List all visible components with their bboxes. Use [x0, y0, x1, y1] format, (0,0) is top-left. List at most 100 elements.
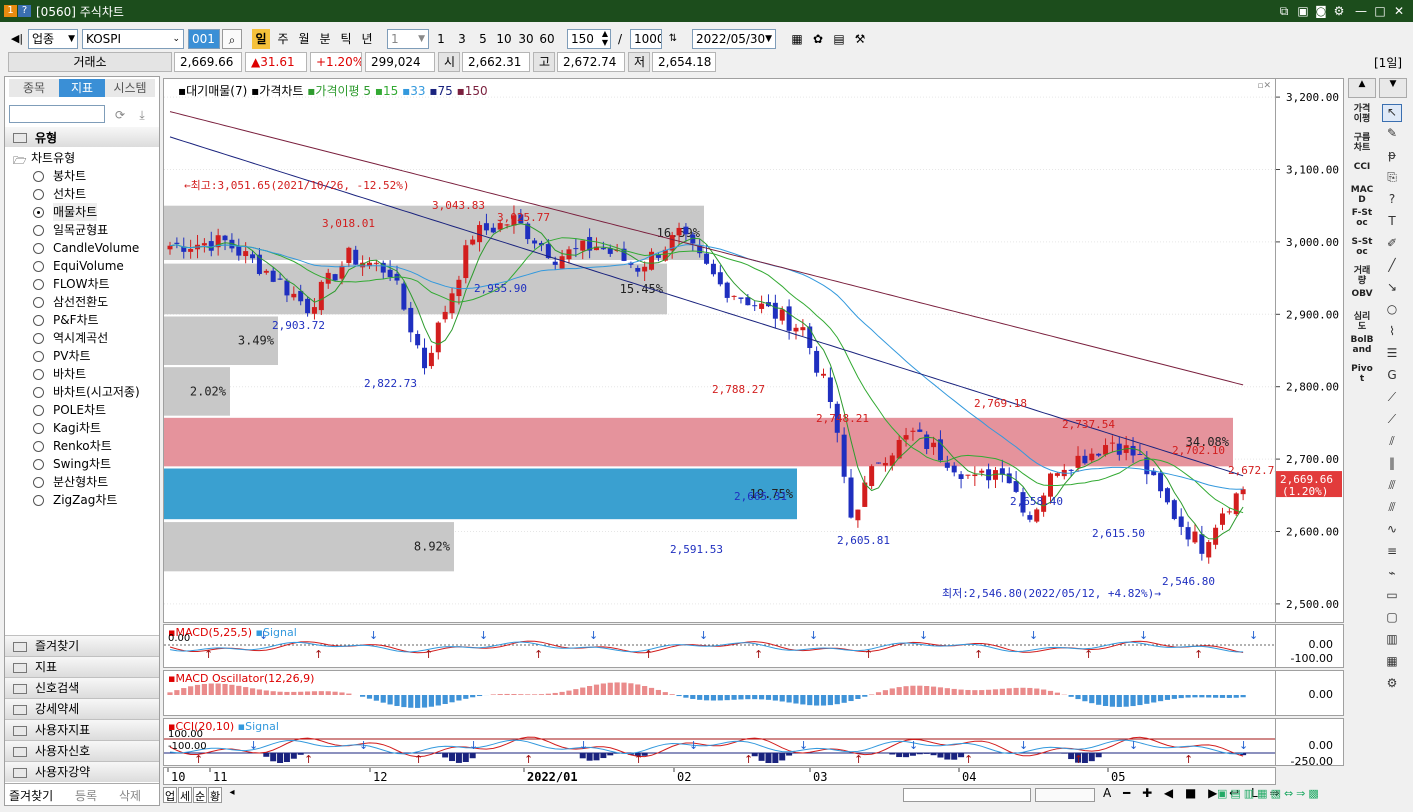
- minute-preset-5[interactable]: 5: [475, 29, 491, 49]
- radio-button[interactable]: [33, 315, 44, 326]
- legend-ma75[interactable]: 75: [438, 84, 453, 98]
- radio-button[interactable]: [33, 459, 44, 470]
- chart-type-5[interactable]: EquiVolume: [33, 257, 155, 275]
- camera-icon[interactable]: ◙: [1313, 3, 1329, 19]
- gann-icon[interactable]: G: [1382, 368, 1402, 386]
- erase-icon[interactable]: ✎: [1382, 126, 1402, 144]
- period-year[interactable]: 년: [358, 29, 376, 49]
- minute-select[interactable]: 1 ▼: [387, 29, 429, 49]
- radio-button[interactable]: [33, 279, 44, 290]
- category-1[interactable]: 지표: [5, 656, 159, 677]
- legend-price[interactable]: 가격차트: [259, 84, 303, 98]
- zoom-slider[interactable]: [1035, 788, 1095, 802]
- chart-type-9[interactable]: 역시계곡선: [33, 329, 155, 347]
- line-icon[interactable]: ╱: [1382, 258, 1402, 276]
- chart-type-10[interactable]: PV차트: [33, 347, 155, 365]
- radio-button[interactable]: [33, 405, 44, 416]
- radio-button[interactable]: [33, 243, 44, 254]
- help-icon[interactable]: ?: [1382, 192, 1402, 210]
- copy-icon[interactable]: ▣: [1295, 3, 1311, 19]
- chart-type-11[interactable]: 바차트: [33, 365, 155, 383]
- chart-type-13[interactable]: POLE차트: [33, 401, 155, 419]
- chart-type-16[interactable]: Swing차트: [33, 455, 155, 473]
- chart-type-6[interactable]: FLOW차트: [33, 275, 155, 293]
- prev-icon[interactable]: ◀|: [8, 29, 26, 49]
- legend-ma[interactable]: 가격이평: [315, 84, 359, 98]
- scroll-left-icon[interactable]: ◂: [225, 787, 239, 803]
- oscillator-panel[interactable]: ▪MACD Oscillator(12,26,9): [163, 670, 1276, 716]
- chart-type-8[interactable]: P&F차트: [33, 311, 155, 329]
- horizontal-scrollbar[interactable]: [903, 788, 1031, 802]
- section-header[interactable]: 유형: [5, 127, 159, 147]
- tree-root[interactable]: 🗁 차트유형: [13, 149, 153, 167]
- category-0[interactable]: 즐겨찾기: [5, 635, 159, 656]
- wave-icon[interactable]: ∿: [1382, 522, 1402, 540]
- radio-button[interactable]: [33, 369, 44, 380]
- period-week[interactable]: 주: [274, 29, 292, 49]
- count-stepper[interactable]: 150 ▲ ▼: [567, 29, 611, 49]
- tab-indicator[interactable]: 지표: [59, 79, 105, 97]
- channel-icon[interactable]: ⟋: [1382, 412, 1402, 430]
- tab-system[interactable]: 시스템: [105, 79, 155, 97]
- radio-button[interactable]: [33, 297, 44, 308]
- legend-ma5[interactable]: 5: [363, 84, 371, 98]
- save-icon[interactable]: ▤: [830, 29, 848, 49]
- grid-icon[interactable]: ⫻: [1382, 478, 1402, 496]
- download-icon[interactable]: ⤓: [133, 105, 151, 125]
- minimize-icon[interactable]: —: [1353, 3, 1369, 19]
- chart-type-1[interactable]: 선차트: [33, 185, 155, 203]
- fib-icon[interactable]: ☰: [1382, 346, 1402, 364]
- minute-preset-1[interactable]: 1: [433, 29, 449, 49]
- maximize-icon[interactable]: □: [1372, 3, 1388, 19]
- indicator-shortcut-5[interactable]: S-Stoc: [1347, 237, 1377, 263]
- close-icon[interactable]: ✕: [1391, 3, 1407, 19]
- price-chart[interactable]: 16.59%15.45%3.49%2.02%34.08%19.75%8.92%3…: [163, 78, 1276, 623]
- delete-button[interactable]: 삭제: [119, 787, 155, 804]
- indicator-search-input[interactable]: [9, 105, 105, 123]
- chart-type-14[interactable]: Kagi차트: [33, 419, 155, 437]
- chart-settings-icon[interactable]: ▦: [788, 29, 806, 49]
- radio-button[interactable]: [33, 495, 44, 506]
- indicator-shortcut-9[interactable]: BolBand: [1347, 335, 1377, 361]
- chart-type-17[interactable]: 분산형차트: [33, 473, 155, 491]
- settings-icon[interactable]: ⚙: [1382, 676, 1402, 694]
- index-select[interactable]: KOSPI ⌄: [82, 29, 184, 49]
- category-6[interactable]: 사용자강약: [5, 761, 159, 782]
- fill-icon[interactable]: ᵽ: [1382, 148, 1402, 166]
- period-day[interactable]: 일: [252, 29, 270, 49]
- box-icon[interactable]: ▭: [1382, 588, 1402, 606]
- total-input[interactable]: 1000: [630, 29, 662, 49]
- chart-type-7[interactable]: 삼선전환도: [33, 293, 155, 311]
- date-select[interactable]: 2022/05/30 ▼: [692, 29, 776, 49]
- radio-button[interactable]: [33, 189, 44, 200]
- period-month[interactable]: 월: [295, 29, 313, 49]
- radio-button[interactable]: [33, 225, 44, 236]
- indicator-shortcut-3[interactable]: MACD: [1347, 185, 1377, 205]
- minute-preset-10[interactable]: 10: [494, 29, 514, 49]
- status-tab-2[interactable]: 순: [193, 787, 207, 803]
- fork-icon[interactable]: ⌇: [1382, 324, 1402, 342]
- tab-favorites[interactable]: 즐겨찾기: [9, 787, 69, 804]
- tab-stock[interactable]: 종목: [9, 79, 59, 97]
- multi-icon[interactable]: ▦: [1382, 654, 1402, 672]
- chart-type-15[interactable]: Renko차트: [33, 437, 155, 455]
- radio-button[interactable]: [33, 171, 44, 182]
- refresh-icon[interactable]: ⟳: [111, 105, 129, 125]
- category-4[interactable]: 사용자지표: [5, 719, 159, 740]
- frame-icon[interactable]: ▢: [1382, 610, 1402, 628]
- status-tab-0[interactable]: 업: [163, 787, 177, 803]
- category-3[interactable]: 강세약세: [5, 698, 159, 719]
- collapse-down-icon[interactable]: ▼: [1379, 78, 1407, 98]
- cycle-icon[interactable]: ‖: [1382, 456, 1402, 474]
- link-icon[interactable]: ⧉: [1276, 3, 1292, 19]
- radio-button[interactable]: [33, 333, 44, 344]
- category-2[interactable]: 신호검색: [5, 677, 159, 698]
- register-button[interactable]: 등록: [75, 787, 111, 804]
- radio-button[interactable]: [33, 387, 44, 398]
- legend-ma15[interactable]: 15: [383, 84, 398, 98]
- indicator-shortcut-10[interactable]: Pivot: [1347, 364, 1377, 390]
- minute-preset-60[interactable]: 60: [537, 29, 557, 49]
- tools-icon[interactable]: ⚒: [851, 29, 869, 49]
- indicator-shortcut-1[interactable]: 구름차트: [1347, 133, 1377, 159]
- indicator-shortcut-7[interactable]: OBV: [1347, 289, 1377, 309]
